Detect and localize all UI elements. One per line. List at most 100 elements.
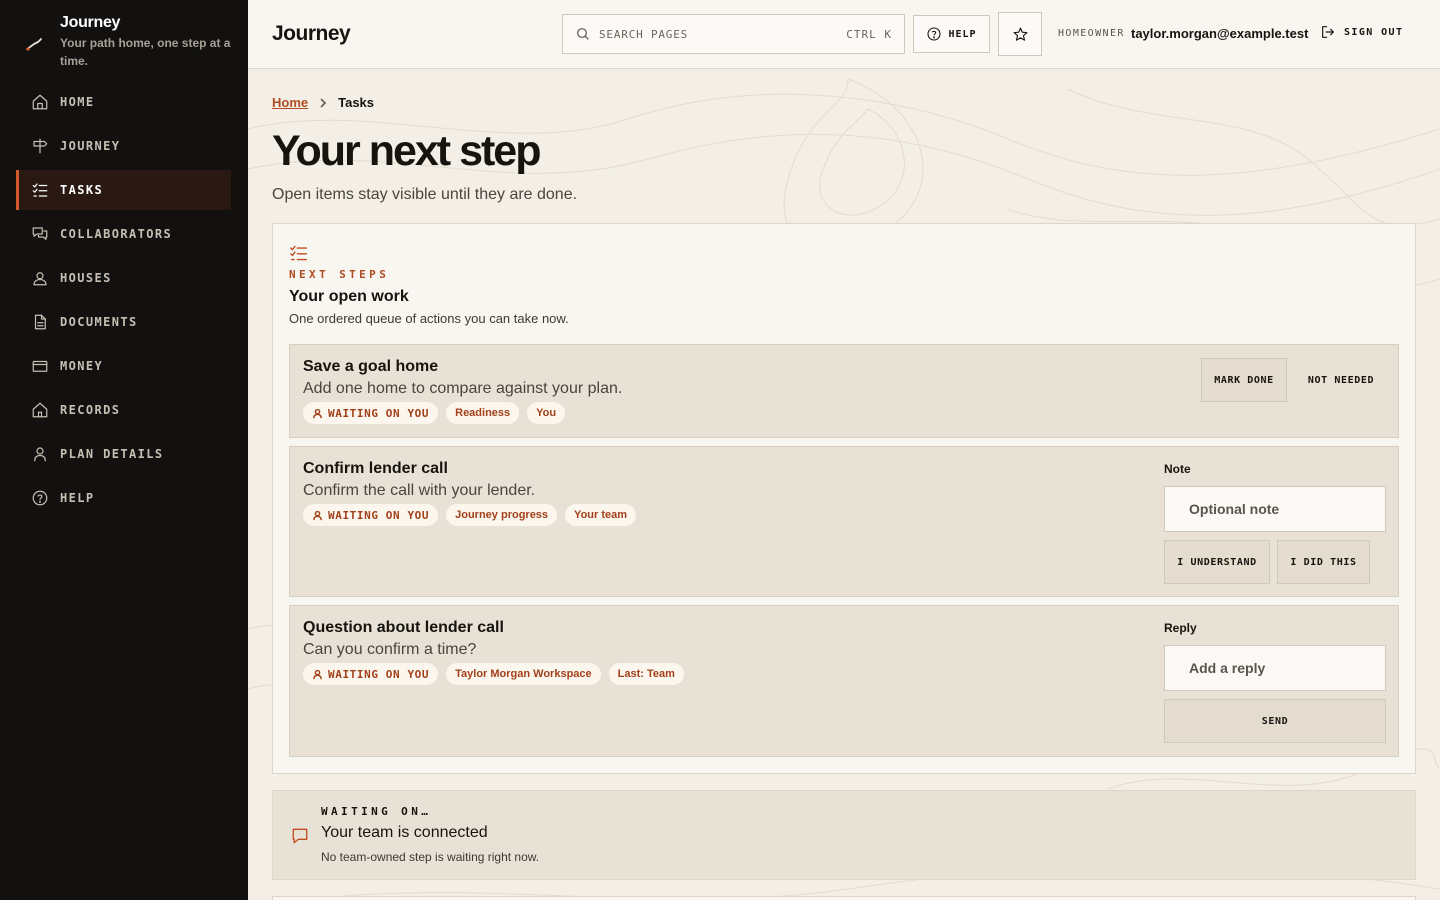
breadcrumb-home-link[interactable]: Home — [272, 95, 308, 110]
help-icon — [927, 27, 941, 41]
panel-eyebrow: NEXT STEPS — [289, 268, 390, 281]
i-did-this-button[interactable]: I DID THIS — [1277, 540, 1370, 584]
status-badge: WAITING ON YOU — [303, 402, 439, 424]
sidebar-item-help[interactable]: HELP — [16, 478, 231, 518]
reply-input[interactable] — [1189, 660, 1361, 676]
next-steps-panel: NEXT STEPS Your open work One ordered qu… — [272, 223, 1416, 774]
task-chip: You — [527, 402, 566, 424]
sidebar-item-label: HELP — [60, 491, 95, 505]
task-description: Can you confirm a time? — [303, 641, 477, 658]
topbar: Journey CTRL K HELP HOMEOWNER taylor.mor… — [248, 0, 1440, 69]
main-content: Home Tasks Your next step Open items sta… — [248, 69, 1440, 900]
note-field[interactable] — [1164, 486, 1386, 532]
sidebar-item-label: HOME — [60, 95, 95, 109]
chevron-right-icon — [320, 97, 327, 108]
checklist-icon — [30, 180, 50, 200]
brand[interactable]: Journey Your path home, one step at a ti… — [24, 12, 234, 72]
panel-title: Your open work — [289, 288, 409, 305]
home-icon — [30, 92, 50, 112]
card-icon — [30, 356, 50, 376]
sidebar-item-label: JOURNEY — [60, 139, 121, 153]
house-user-icon — [30, 268, 50, 288]
note-label: Note — [1164, 462, 1191, 476]
sign-out-label: SIGN OUT — [1344, 26, 1404, 38]
help-button-label: HELP — [948, 28, 977, 40]
sidebar-item-journey[interactable]: JOURNEY — [16, 126, 231, 166]
help-button[interactable]: HELP — [913, 15, 990, 53]
task-chip: Your team — [565, 504, 637, 526]
sidebar-item-records[interactable]: RECORDS — [16, 390, 231, 430]
task-chips: WAITING ON YOU Taylor Morgan Workspace L… — [303, 663, 684, 685]
sidebar-item-label: PLAN DETAILS — [60, 447, 164, 461]
task-chip: Last: Team — [608, 663, 684, 685]
sidebar-item-money[interactable]: MONEY — [16, 346, 231, 386]
reply-label: Reply — [1164, 621, 1197, 635]
next-section-card — [272, 896, 1416, 900]
status-badge: WAITING ON YOU — [303, 663, 439, 685]
task-chips: WAITING ON YOU Journey progress Your tea… — [303, 504, 637, 526]
mark-done-button[interactable]: MARK DONE — [1201, 358, 1287, 402]
search-input[interactable] — [599, 27, 847, 41]
sidebar-item-label: DOCUMENTS — [60, 315, 138, 329]
sidebar-nav: HOME JOURNEY TASKS COLLABORATORS HOUSES … — [16, 82, 231, 522]
user-icon — [313, 408, 322, 418]
send-button[interactable]: SEND — [1164, 699, 1386, 743]
search-icon — [577, 28, 589, 40]
task-title: Save a goal home — [303, 358, 439, 375]
app-title: Journey — [272, 22, 351, 45]
user-email: taylor.morgan@example.test — [1131, 26, 1309, 41]
sidebar-item-houses[interactable]: HOUSES — [16, 258, 231, 298]
document-icon — [30, 312, 50, 332]
i-understand-button[interactable]: I UNDERSTAND — [1164, 540, 1270, 584]
waiting-on-panel: WAITING ON… Your team is connected No te… — [272, 790, 1416, 880]
sidebar-item-label: MONEY — [60, 359, 104, 373]
sidebar-item-label: TASKS — [60, 183, 104, 197]
sidebar-item-collaborators[interactable]: COLLABORATORS — [16, 214, 231, 254]
waiting-description: No team-owned step is waiting right now. — [321, 850, 540, 864]
sidebar-item-documents[interactable]: DOCUMENTS — [16, 302, 231, 342]
task-description: Add one home to compare against your pla… — [303, 380, 623, 397]
not-needed-button[interactable]: NOT NEEDED — [1295, 358, 1387, 402]
status-label: WAITING ON YOU — [328, 508, 430, 522]
task-card: Save a goal home Add one home to compare… — [289, 344, 1399, 438]
task-title: Confirm lender call — [303, 460, 448, 477]
task-card: Confirm lender call Confirm the call wit… — [289, 446, 1399, 597]
task-card: Question about lender call Can you confi… — [289, 605, 1399, 757]
user-role: HOMEOWNER — [1058, 28, 1125, 39]
task-chip: Readiness — [446, 402, 520, 424]
user-icon — [313, 510, 322, 520]
page-title: Your next step — [272, 127, 541, 175]
sidebar-item-label: RECORDS — [60, 403, 121, 417]
status-label: WAITING ON YOU — [328, 667, 430, 681]
sidebar-item-tasks[interactable]: TASKS — [16, 170, 231, 210]
page-subtitle: Open items stay visible until they are d… — [272, 186, 578, 203]
note-input[interactable] — [1189, 501, 1361, 517]
task-chips: WAITING ON YOU Readiness You — [303, 402, 566, 424]
path-logo-icon — [26, 38, 42, 51]
panel-description: One ordered queue of actions you can tak… — [289, 311, 569, 326]
favorite-button[interactable] — [998, 12, 1042, 56]
reply-field[interactable] — [1164, 645, 1386, 691]
sidebar-item-home[interactable]: HOME — [16, 82, 231, 122]
brand-title: Journey — [60, 14, 121, 31]
status-label: WAITING ON YOU — [328, 406, 430, 420]
checklist-icon — [289, 244, 309, 262]
sidebar: Journey Your path home, one step at a ti… — [0, 0, 248, 900]
breadcrumb: Home Tasks — [272, 95, 374, 110]
chat-icon — [30, 224, 50, 244]
help-icon — [30, 488, 50, 508]
task-chip: Taylor Morgan Workspace — [446, 663, 601, 685]
waiting-title: Your team is connected — [321, 824, 488, 841]
sidebar-item-label: HOUSES — [60, 271, 112, 285]
sidebar-item-plan-details[interactable]: PLAN DETAILS — [16, 434, 231, 474]
task-description: Confirm the call with your lender. — [303, 482, 536, 499]
task-title: Question about lender call — [303, 619, 504, 636]
message-icon — [290, 826, 310, 846]
task-chip: Journey progress — [446, 504, 558, 526]
sign-out-icon — [1322, 26, 1334, 38]
search-box[interactable]: CTRL K — [562, 14, 905, 54]
status-badge: WAITING ON YOU — [303, 504, 439, 526]
search-shortcut: CTRL K — [846, 27, 892, 41]
user-icon — [30, 444, 50, 464]
sign-out-button[interactable]: SIGN OUT — [1320, 24, 1403, 40]
